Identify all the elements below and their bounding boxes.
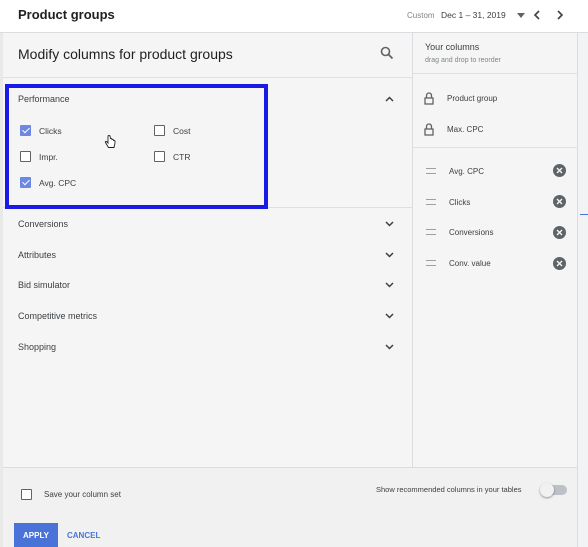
fixed-column-max-cpc: Max. CPC xyxy=(447,125,484,134)
drag-handle-icon[interactable] xyxy=(426,199,436,205)
chevron-down-icon[interactable] xyxy=(384,250,394,260)
your-columns-panel: Your columns drag and drop to reorder Pr… xyxy=(412,33,578,467)
date-range-label: Custom xyxy=(407,11,435,20)
selected-column-clicks[interactable]: Clicks xyxy=(449,198,470,207)
chevron-down-icon[interactable] xyxy=(384,342,394,352)
dialog-footer: Save your column set Show recommended co… xyxy=(3,467,577,547)
selected-column-conv-value[interactable]: Conv. value xyxy=(449,259,491,268)
chevron-down-icon[interactable] xyxy=(384,280,394,290)
date-range-value[interactable]: Dec 1 – 31, 2019 xyxy=(441,10,506,20)
apply-button[interactable]: APPLY xyxy=(14,523,58,547)
chevron-left-icon[interactable] xyxy=(528,6,546,24)
your-columns-title: Your columns xyxy=(425,42,480,52)
highlight-box xyxy=(5,84,268,209)
section-competitive-metrics[interactable]: Competitive metrics xyxy=(18,311,97,321)
cancel-button[interactable]: CANCEL xyxy=(67,523,100,547)
remove-icon[interactable] xyxy=(553,257,566,270)
section-shopping[interactable]: Shopping xyxy=(18,342,56,352)
top-bar: Product groups Custom Dec 1 – 31, 2019 xyxy=(0,0,588,33)
background-marker xyxy=(580,214,588,215)
remove-icon[interactable] xyxy=(553,164,566,177)
save-column-set-label: Save your column set xyxy=(44,490,121,499)
page-title: Product groups xyxy=(18,7,115,22)
lock-icon xyxy=(424,123,434,141)
divider xyxy=(413,73,578,74)
section-attributes[interactable]: Attributes xyxy=(18,250,56,260)
selected-column-conversions[interactable]: Conversions xyxy=(449,228,493,237)
section-bid-simulator[interactable]: Bid simulator xyxy=(18,280,70,290)
section-conversions[interactable]: Conversions xyxy=(18,219,68,229)
drag-handle-icon[interactable] xyxy=(426,260,436,266)
dialog-title: Modify columns for product groups xyxy=(18,46,233,62)
selected-column-avg-cpc[interactable]: Avg. CPC xyxy=(449,167,484,176)
remove-icon[interactable] xyxy=(553,195,566,208)
drag-handle-icon[interactable] xyxy=(426,168,436,174)
recommended-columns-label: Show recommended columns in your tables xyxy=(376,485,522,494)
lock-icon xyxy=(424,92,434,110)
dialog-header: Modify columns for product groups xyxy=(3,33,412,78)
your-columns-subtitle: drag and drop to reorder xyxy=(425,57,501,64)
background-strip xyxy=(577,33,588,547)
chevron-up-icon[interactable] xyxy=(384,94,394,104)
recommended-columns-toggle[interactable] xyxy=(540,483,567,497)
chevron-down-icon[interactable] xyxy=(384,219,394,229)
drag-handle-icon[interactable] xyxy=(426,229,436,235)
divider xyxy=(413,147,578,148)
fixed-column-product-group: Product group xyxy=(447,94,498,103)
chevron-down-icon[interactable] xyxy=(384,311,394,321)
remove-icon[interactable] xyxy=(553,226,566,239)
save-column-set-checkbox[interactable] xyxy=(21,489,32,500)
search-icon[interactable] xyxy=(380,46,394,65)
chevron-right-icon[interactable] xyxy=(551,6,569,24)
